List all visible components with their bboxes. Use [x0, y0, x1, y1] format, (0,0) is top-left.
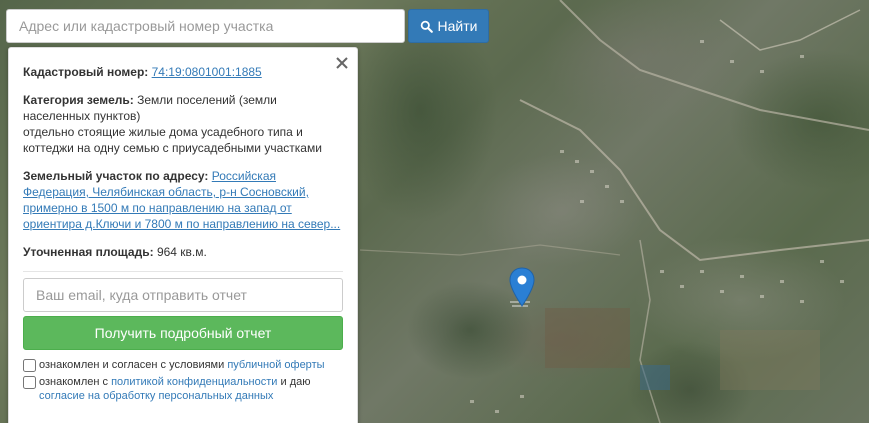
close-icon[interactable]: [335, 56, 349, 70]
category-label: Категория земель:: [23, 93, 134, 107]
cadastral-number-row: Кадастровый номер: 74:19:0801001:1885: [23, 64, 343, 80]
search-icon: [420, 20, 433, 33]
parcel-info-panel: Кадастровый номер: 74:19:0801001:1885 Ка…: [8, 47, 358, 423]
area-label: Уточненная площадь:: [23, 245, 154, 259]
privacy-policy-link[interactable]: политикой конфиденциальности: [111, 376, 277, 388]
address-row: Земельный участок по адресу: Российская …: [23, 168, 343, 232]
map-marker-icon[interactable]: [509, 267, 535, 307]
area-value: 964 кв.м.: [156, 245, 207, 259]
public-offer-link[interactable]: публичной оферты: [227, 359, 324, 371]
offer-agreement-label: ознакомлен и согласен с условиями: [39, 359, 225, 371]
email-input[interactable]: [23, 278, 343, 312]
search-button-label: Найти: [437, 18, 478, 34]
area-row: Уточненная площадь: 964 кв.м.: [23, 244, 343, 260]
address-label: Земельный участок по адресу:: [23, 169, 209, 183]
personal-data-consent-link[interactable]: согласие на обработку персональных данны…: [39, 390, 273, 402]
cadastral-label: Кадастровый номер:: [23, 65, 149, 79]
offer-agreement-text: ознакомлен и согласен с условиями публич…: [39, 358, 325, 372]
privacy-agreement-label-a: ознакомлен с: [39, 376, 109, 388]
search-button[interactable]: Найти: [408, 9, 489, 43]
offer-agreement-row: ознакомлен и согласен с условиями публич…: [23, 358, 343, 372]
privacy-agreement-label-b: и даю: [280, 376, 311, 388]
cadastral-number-link[interactable]: 74:19:0801001:1885: [152, 65, 262, 79]
privacy-agreement-row: ознакомлен с политикой конфиденциальност…: [23, 375, 343, 403]
privacy-agreement-text: ознакомлен с политикой конфиденциальност…: [39, 375, 343, 403]
search-input[interactable]: [6, 9, 405, 43]
land-category-row: Категория земель: Земли поселений (земли…: [23, 92, 343, 156]
offer-agreement-checkbox[interactable]: [23, 359, 36, 372]
get-report-button[interactable]: Получить подробный отчет: [23, 316, 343, 350]
get-report-label: Получить подробный отчет: [94, 325, 272, 341]
privacy-agreement-checkbox[interactable]: [23, 376, 36, 389]
usage-value: отдельно стоящие жилые дома усадебного т…: [23, 125, 322, 155]
divider: [23, 271, 343, 272]
